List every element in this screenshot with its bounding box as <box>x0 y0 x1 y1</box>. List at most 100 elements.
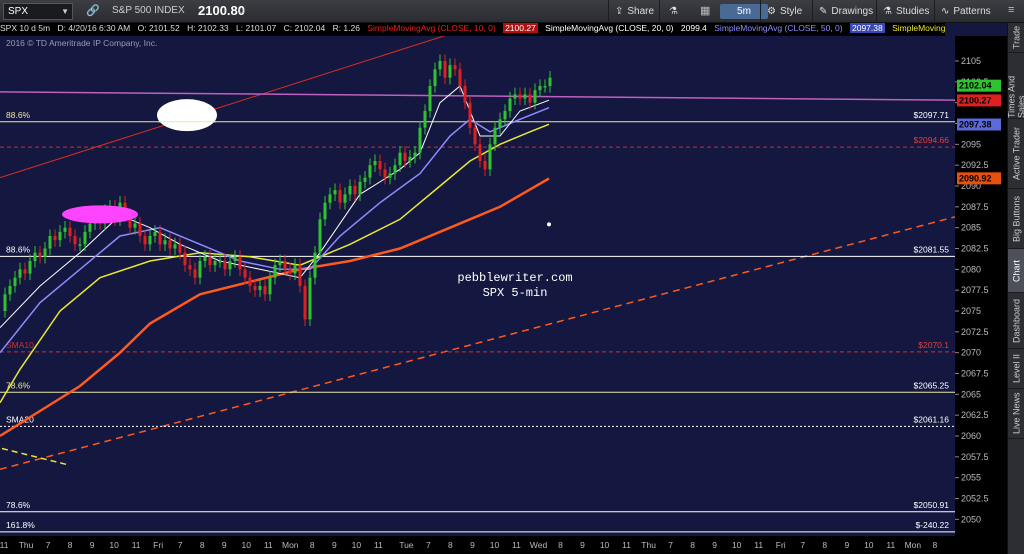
x-tick-label: 9 <box>332 540 337 550</box>
y-tick-label: 2050 <box>961 514 981 524</box>
share-button[interactable]: ⇪ Share <box>608 0 658 23</box>
y-tick-label: 2105 <box>961 56 981 66</box>
right-sidebar: Trade Times And Sales Active Trader Big But… <box>1007 23 1024 554</box>
level-left-label: 161.8% <box>6 520 35 530</box>
candle-body <box>33 252 37 261</box>
link-icon[interactable]: 🔗 <box>86 4 100 17</box>
x-tick-label: 8 <box>822 540 827 550</box>
symbol-input[interactable]: SPX ▼ <box>3 3 73 20</box>
sidebar-tab-times-and-sales[interactable]: Times And Sales <box>1007 53 1024 119</box>
candle-body <box>388 173 392 178</box>
candle-body <box>498 119 502 128</box>
x-tick-label: 11 <box>132 540 141 550</box>
candle-body <box>8 286 12 295</box>
candle-body <box>263 286 267 295</box>
candle-body <box>398 152 402 166</box>
candle-body <box>28 261 32 274</box>
drawings-button[interactable]: ✎ Drawings <box>812 0 874 23</box>
x-tick-label: 10 <box>109 540 119 550</box>
candle-body <box>78 244 82 246</box>
candle-body <box>88 223 92 232</box>
x-tick-label: 11 <box>374 540 383 550</box>
candle-body <box>248 277 252 286</box>
sidebar-tab-big-buttons[interactable]: Big Buttons <box>1008 189 1024 249</box>
candle-body <box>338 190 342 203</box>
candle-body <box>298 265 302 286</box>
candle-body <box>538 86 542 91</box>
candle-body <box>458 69 462 86</box>
candle-body <box>3 294 7 311</box>
candle-body <box>218 261 222 263</box>
sidebar-tab-live-news[interactable]: Live News <box>1008 389 1024 439</box>
candle-body <box>503 111 507 120</box>
patterns-button[interactable]: ∿ Patterns <box>934 0 1002 23</box>
y-tick-label: 2077.5 <box>961 285 989 295</box>
y-tick-label: 2060 <box>961 431 981 441</box>
candle-body <box>463 86 467 103</box>
candle-body <box>403 152 407 161</box>
chevron-down-icon[interactable]: ▼ <box>61 4 69 19</box>
x-tick-label: 7 <box>178 540 183 550</box>
sidebar-tab-dashboard[interactable]: Dashboard <box>1008 293 1024 349</box>
candle-body <box>153 231 157 236</box>
time-axis-bg <box>0 536 955 554</box>
menu-icon[interactable]: ≡ <box>1008 4 1014 16</box>
x-tick-label: 8 <box>558 540 563 550</box>
style-button[interactable]: ⚙ Style <box>760 0 808 23</box>
level-right-label: $-240.22 <box>915 520 949 530</box>
candle-body <box>508 98 512 111</box>
price-axis: 21052102.521002097.520952092.520902087.5… <box>955 36 1007 554</box>
y-tick-label: 2085 <box>961 223 981 233</box>
x-tick-label: 10 <box>600 540 610 550</box>
flask-button[interactable]: ⚗ <box>659 0 687 23</box>
candle-body <box>63 227 67 232</box>
x-tick-label: Thu <box>19 540 34 550</box>
x-tick-label: 10 <box>241 540 251 550</box>
y-tick-label: 2070 <box>961 348 981 358</box>
sidebar-tab-trade[interactable]: Trade <box>1008 23 1024 53</box>
candle-body <box>373 161 377 166</box>
watermark-site: pebblewriter.com <box>457 271 572 285</box>
tag-icon[interactable]: ⌂ <box>238 4 245 16</box>
price-chart[interactable]: 88.6% $2097.71 $2094.66 88.6% $2081.55 SMA10 $… <box>0 36 1007 554</box>
level-left-label: 88.6% <box>6 110 31 120</box>
info-sma50-val: 2097.38 <box>849 23 885 33</box>
sidebar-tab-level-ii[interactable]: Level II <box>1008 349 1024 389</box>
candle-body <box>233 256 237 261</box>
level-right-label: $2050.91 <box>914 500 950 510</box>
x-tick-label: Mon <box>282 540 299 550</box>
x-tick-label: 11 <box>886 540 895 550</box>
x-tick-label: 11 <box>264 540 273 550</box>
info-sma20: SimpleMovingAvg (CLOSE, 20, 0) <box>545 23 674 33</box>
sidebar-tab-chart[interactable]: Chart <box>1008 249 1024 293</box>
candle-body <box>543 86 547 88</box>
pencil-icon: ✎ <box>819 6 828 17</box>
info-close: C: 2102.04 <box>283 23 326 33</box>
thinkorswim-window: SPX ▼ 🔗 S&P 500 INDEX 2100.80 ⌂ ⇪ Share … <box>0 0 1024 554</box>
info-sma10-val: 2100.27 <box>503 23 538 33</box>
level-right-label: $2065.25 <box>914 380 950 390</box>
candle-body <box>283 261 287 270</box>
candle-body <box>528 94 532 103</box>
candle-body <box>423 111 427 128</box>
calendar-icon[interactable]: ▦ <box>700 4 710 17</box>
info-high: H: 2102.33 <box>187 23 229 33</box>
level-left-label: 88.6% <box>6 244 31 254</box>
x-tick-label: 7 <box>46 540 51 550</box>
candle-body <box>73 236 77 245</box>
studies-button[interactable]: ⚗ Studies <box>876 0 930 23</box>
candle-body <box>353 186 357 195</box>
time-axis: 11 Thu 7 8 9 10 11 Fri 7 8 9 10 11 Mon 8 9 10 11 Tue 7 8 9 10 1… <box>0 536 955 554</box>
candle-body <box>53 236 57 241</box>
symbol-text: SPX <box>8 6 29 17</box>
studies-icon: ⚗ <box>883 6 892 17</box>
x-tick-label: 7 <box>800 540 805 550</box>
info-sma-more: SimpleMoving... <box>892 23 945 33</box>
candle-body <box>148 236 152 245</box>
candle-body <box>293 265 297 274</box>
sidebar-tab-active-trader[interactable]: Active Trader <box>1008 119 1024 189</box>
candle-body <box>213 261 217 266</box>
candle-body <box>223 261 227 270</box>
y-tick-label: 2080 <box>961 264 981 274</box>
info-sma50: SimpleMovingAvg (CLOSE, 50, 0) <box>714 23 843 33</box>
